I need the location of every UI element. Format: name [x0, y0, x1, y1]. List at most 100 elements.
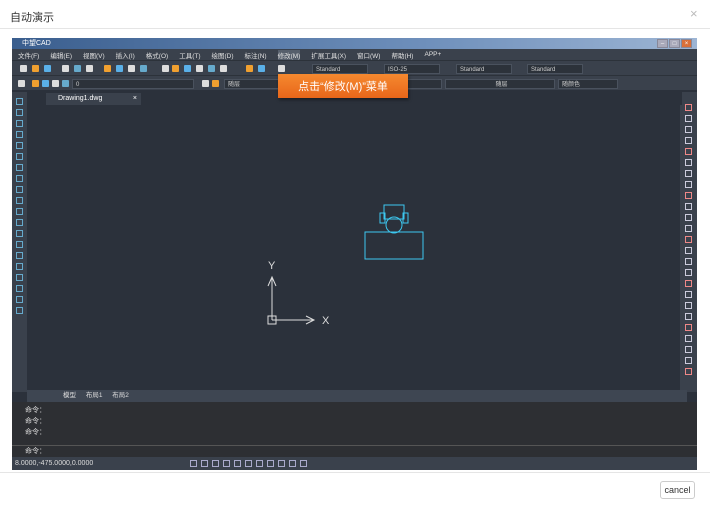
tab-layout1[interactable]: 布局1: [86, 392, 103, 399]
modify-tool-icon[interactable]: [685, 159, 692, 166]
modify-tool-icon[interactable]: [685, 181, 692, 188]
menu-item[interactable]: 视图(V): [83, 50, 105, 60]
modify-tool-icon[interactable]: [685, 258, 692, 265]
modify-tool-icon[interactable]: [685, 126, 692, 133]
menu-item[interactable]: 帮助(H): [391, 50, 413, 60]
tool-icon[interactable]: [104, 65, 111, 72]
tab-model[interactable]: 模型: [63, 392, 76, 399]
draw-tool-icon[interactable]: [16, 252, 23, 259]
menu-item[interactable]: 绘图(D): [212, 50, 234, 60]
status-toggle-icon[interactable]: [256, 460, 263, 467]
tool-icon[interactable]: [140, 65, 147, 72]
status-toggle-icon[interactable]: [300, 460, 307, 467]
modify-tool-icon[interactable]: [685, 335, 692, 342]
tool-icon[interactable]: [246, 65, 253, 72]
modify-tool-icon[interactable]: [685, 324, 692, 331]
close-icon[interactable]: ×: [133, 93, 137, 105]
tool-icon[interactable]: [74, 65, 81, 72]
doc-tab[interactable]: Drawing1.dwg ×: [46, 93, 141, 105]
layer-tool-icon[interactable]: [212, 80, 219, 87]
minimize-button[interactable]: –: [657, 39, 668, 48]
draw-tool-icon[interactable]: [16, 274, 23, 281]
draw-tool-icon[interactable]: [16, 109, 23, 116]
tool-icon[interactable]: [128, 65, 135, 72]
modify-tool-icon[interactable]: [685, 291, 692, 298]
status-toggle-icon[interactable]: [278, 460, 285, 467]
tool-icon[interactable]: [44, 65, 51, 72]
modify-tool-icon[interactable]: [685, 137, 692, 144]
draw-tool-icon[interactable]: [16, 186, 23, 193]
tool-icon[interactable]: [196, 65, 203, 72]
draw-tool-icon[interactable]: [16, 142, 23, 149]
draw-tool-icon[interactable]: [16, 230, 23, 237]
draw-tool-icon[interactable]: [16, 98, 23, 105]
tool-icon[interactable]: [116, 65, 123, 72]
app-close-button[interactable]: ×: [681, 39, 692, 48]
menu-item[interactable]: 标注(N): [245, 50, 267, 60]
menu-item[interactable]: 编辑(E): [50, 50, 72, 60]
modify-tool-icon[interactable]: [685, 225, 692, 232]
modify-tool-icon[interactable]: [685, 236, 692, 243]
menu-item[interactable]: 文件(F): [18, 50, 39, 60]
draw-tool-icon[interactable]: [16, 164, 23, 171]
command-input[interactable]: 命令：: [12, 445, 697, 457]
status-toggle-icon[interactable]: [212, 460, 219, 467]
maximize-button[interactable]: □: [669, 39, 680, 48]
draw-tool-icon[interactable]: [16, 241, 23, 248]
layer-tool-icon[interactable]: [52, 80, 59, 87]
status-toggle-icon[interactable]: [267, 460, 274, 467]
layer-select[interactable]: 0: [72, 79, 194, 89]
modify-tool-icon[interactable]: [685, 148, 692, 155]
menu-item[interactable]: 窗口(W): [357, 50, 380, 60]
modify-tool-icon[interactable]: [685, 368, 692, 375]
text-style-select[interactable]: Standard: [312, 64, 368, 74]
layer-tool-icon[interactable]: [42, 80, 49, 87]
status-toggle-icon[interactable]: [289, 460, 296, 467]
drawing-canvas[interactable]: Y X: [27, 105, 680, 390]
tool-icon[interactable]: [62, 65, 69, 72]
modify-tool-icon[interactable]: [685, 280, 692, 287]
draw-tool-icon[interactable]: [16, 208, 23, 215]
modify-tool-icon[interactable]: [685, 192, 692, 199]
modify-tool-icon[interactable]: [685, 302, 692, 309]
draw-tool-icon[interactable]: [16, 307, 23, 314]
menu-item[interactable]: 工具(T): [179, 50, 200, 60]
modify-tool-icon[interactable]: [685, 346, 692, 353]
menu-item[interactable]: 格式(O): [146, 50, 168, 60]
lineweight-select[interactable]: 随颜色: [558, 79, 618, 89]
modify-tool-icon[interactable]: [685, 313, 692, 320]
menu-item[interactable]: APP+: [424, 51, 441, 58]
draw-tool-icon[interactable]: [16, 197, 23, 204]
menu-item[interactable]: 扩展工具(X): [311, 50, 346, 60]
layer-tool-icon[interactable]: [202, 80, 209, 87]
modify-tool-icon[interactable]: [685, 104, 692, 111]
tool-icon[interactable]: [32, 65, 39, 72]
modify-tool-icon[interactable]: [685, 170, 692, 177]
layer-tool-icon[interactable]: [62, 80, 69, 87]
modify-tool-icon[interactable]: [685, 203, 692, 210]
tool-icon[interactable]: [278, 65, 285, 72]
status-toggle-icon[interactable]: [223, 460, 230, 467]
status-toggle-icon[interactable]: [245, 460, 252, 467]
status-toggle-icon[interactable]: [201, 460, 208, 467]
tool-icon[interactable]: [208, 65, 215, 72]
tool-icon[interactable]: [86, 65, 93, 72]
tool-icon[interactable]: [172, 65, 179, 72]
table-style-select[interactable]: Standard: [456, 64, 512, 74]
modify-tool-icon[interactable]: [685, 247, 692, 254]
draw-tool-icon[interactable]: [16, 296, 23, 303]
modify-tool-icon[interactable]: [685, 269, 692, 276]
dim-style-select[interactable]: ISO-25: [384, 64, 440, 74]
linetype-select[interactable]: 随层: [445, 79, 555, 89]
draw-tool-icon[interactable]: [16, 131, 23, 138]
modify-tool-icon[interactable]: [685, 357, 692, 364]
draw-tool-icon[interactable]: [16, 120, 23, 127]
layer-tool-icon[interactable]: [32, 80, 39, 87]
draw-tool-icon[interactable]: [16, 153, 23, 160]
tool-icon[interactable]: [20, 65, 27, 72]
status-toggle-icon[interactable]: [234, 460, 241, 467]
tool-icon[interactable]: [258, 65, 265, 72]
tool-icon[interactable]: [162, 65, 169, 72]
menu-item[interactable]: 修改(M): [277, 49, 301, 60]
modify-tool-icon[interactable]: [685, 214, 692, 221]
